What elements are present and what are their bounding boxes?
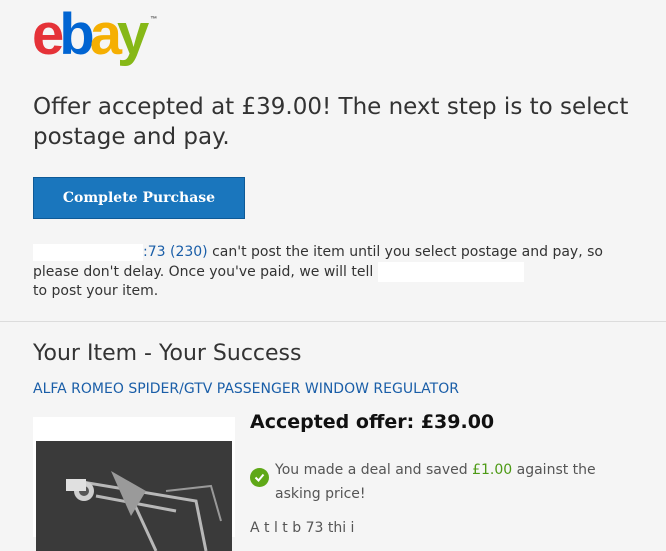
redacted-seller-name xyxy=(33,243,143,261)
complete-purchase-button[interactable]: Complete Purchase xyxy=(33,177,245,219)
cutoff-text: A t l t b 73 thi i xyxy=(250,520,355,536)
section-divider xyxy=(0,321,666,322)
seller-feedback-link[interactable]: (230) xyxy=(170,244,208,260)
item-photo xyxy=(36,441,232,551)
trademark: ™ xyxy=(150,16,158,23)
checkmark-icon xyxy=(250,468,269,487)
item-title-link[interactable]: ALFA ROMEO SPIDER/GTV PASSENGER WINDOW R… xyxy=(33,381,459,397)
redacted-seller-name-2 xyxy=(377,262,524,282)
window-regulator-image xyxy=(36,441,232,551)
deal-message: You made a deal and saved £1.00 against … xyxy=(275,458,635,506)
postage-note: :73 (230) can't post the item until you … xyxy=(33,243,633,301)
section-title: Your Item - Your Success xyxy=(33,341,302,366)
logo-letter-y: y xyxy=(116,2,149,67)
logo-letter-e: e xyxy=(32,2,64,67)
item-photo-frame[interactable] xyxy=(33,417,235,551)
accepted-offer-label: Accepted offer: £39.00 xyxy=(250,411,495,433)
saved-amount: £1.00 xyxy=(472,462,513,478)
logo-letter-b: b xyxy=(59,2,95,67)
seller-link[interactable]: :73 xyxy=(143,244,166,260)
page-headline: Offer accepted at £39.00! The next step … xyxy=(33,94,629,150)
note-text-2: to post your item. xyxy=(33,283,159,299)
deal-prefix: You made a deal and saved xyxy=(275,462,473,478)
ebay-logo[interactable]: ebay ™ xyxy=(32,6,157,64)
logo-letter-a: a xyxy=(89,2,122,67)
